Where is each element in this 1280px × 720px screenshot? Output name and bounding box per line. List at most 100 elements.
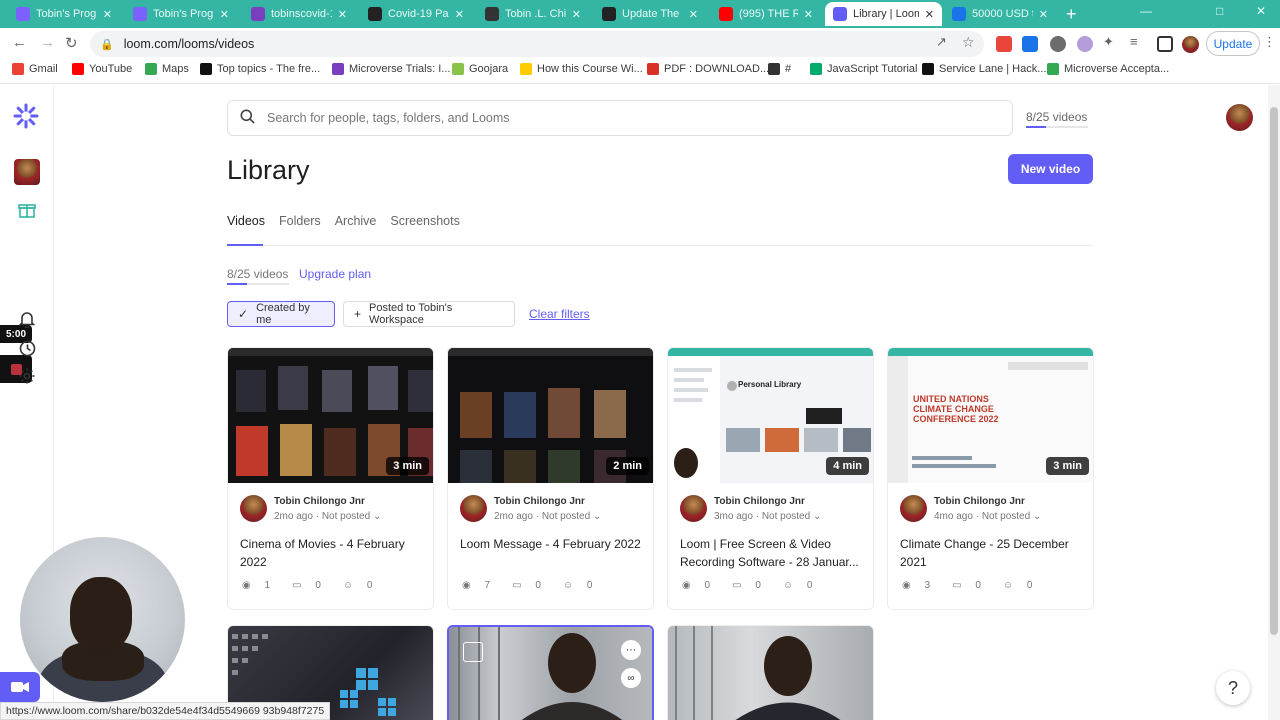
menu-icon[interactable]: ⋮	[1263, 34, 1276, 50]
close-tab-icon[interactable]: ✕	[455, 8, 464, 21]
close-tab-icon[interactable]: ✕	[572, 8, 581, 21]
video-title[interactable]: Loom Message - 4 February 2022	[460, 535, 645, 553]
chevron-down-icon[interactable]: ⌄	[370, 511, 381, 522]
gear-icon[interactable]	[17, 366, 37, 386]
browser-tab[interactable]: Tobin's Progress ✕	[125, 2, 237, 26]
comment-icon: ▭	[292, 580, 305, 591]
tab-screenshots[interactable]: Screenshots	[390, 214, 459, 228]
back-icon[interactable]: ←	[12, 34, 27, 51]
new-video-button[interactable]: New video	[1008, 154, 1093, 184]
video-card[interactable]	[667, 625, 874, 720]
upgrade-plan-link[interactable]: Upgrade plan	[299, 267, 371, 281]
filter-created-by-me[interactable]: ✓ Created by me	[227, 301, 335, 327]
extension-icon[interactable]	[1077, 36, 1093, 52]
more-options-icon[interactable]: ⋯	[621, 640, 641, 660]
close-tab-icon[interactable]: ✕	[689, 8, 698, 21]
video-thumbnail[interactable]: UNITED NATIONS CLIMATE CHANGE CONFERENCE…	[888, 348, 1093, 483]
browser-tab[interactable]: Covid-19 Pandemic ✕	[360, 2, 472, 26]
close-tab-icon[interactable]: ✕	[925, 8, 934, 21]
video-card[interactable]: 2 min Tobin Chilongo Jnr 2mo ago · Not pos…	[447, 347, 654, 610]
bell-icon[interactable]	[17, 309, 37, 329]
video-thumbnail[interactable]: Personal Library 4 min	[668, 348, 873, 483]
forward-icon[interactable]: →	[40, 34, 55, 51]
video-title[interactable]: Cinema of Movies - 4 February 2022	[240, 535, 425, 571]
close-tab-icon[interactable]: ✕	[220, 8, 229, 21]
browser-tab[interactable]: 50000 USD to ✕	[944, 2, 1056, 26]
bookmark-item[interactable]: Maps	[145, 63, 189, 75]
browser-tab[interactable]: tobinscovid-19 ✕	[243, 2, 355, 26]
side-panel-icon[interactable]	[1157, 36, 1173, 52]
bookmark-star-icon[interactable]: ☆	[962, 34, 975, 51]
help-button[interactable]: ?	[1216, 671, 1250, 705]
extension-icon[interactable]	[996, 36, 1012, 52]
tab-archive[interactable]: Archive	[335, 214, 377, 228]
share-icon[interactable]: ↗	[936, 34, 947, 50]
video-card[interactable]: UNITED NATIONS CLIMATE CHANGE CONFERENCE…	[887, 347, 1094, 610]
close-tab-icon[interactable]: ✕	[1039, 8, 1048, 21]
post-status-dropdown[interactable]: Not posted	[762, 511, 810, 522]
clock-icon[interactable]	[17, 338, 37, 358]
browser-tab[interactable]: Update The README ✕	[594, 2, 706, 26]
post-status-dropdown[interactable]: Not posted	[982, 511, 1030, 522]
browser-tab[interactable]: Tobin .L. Chilongo ✕	[477, 2, 589, 26]
bookmark-item[interactable]: Microverse Accepta...	[1047, 63, 1169, 75]
extension-icon[interactable]	[1022, 36, 1038, 52]
bookmark-item[interactable]: Top topics - The fre...	[200, 63, 320, 75]
profile-avatar[interactable]	[1182, 36, 1199, 53]
page-scrollbar[interactable]	[1268, 85, 1280, 720]
gift-icon[interactable]	[17, 200, 37, 220]
bookmark-item[interactable]: PDF : DOWNLOAD...	[647, 63, 769, 75]
tab-videos[interactable]: Videos	[227, 214, 265, 228]
post-status-dropdown[interactable]: Not posted	[322, 511, 370, 522]
browser-tab[interactable]: Library | Loom ✕	[825, 2, 942, 26]
select-checkbox[interactable]	[463, 642, 483, 662]
chevron-down-icon[interactable]: ⌄	[810, 511, 821, 522]
bookmark-item[interactable]: Goojara	[452, 63, 508, 75]
browser-tab[interactable]: Tobin's Progress ✕	[8, 2, 120, 26]
address-bar[interactable]: 🔒 loom.com/looms/videos	[90, 31, 984, 57]
workspace-avatar[interactable]	[14, 159, 40, 185]
minimize-icon[interactable]: —	[1140, 4, 1152, 18]
copy-link-icon[interactable]: ∞	[621, 668, 641, 688]
bookmark-item[interactable]: #	[768, 63, 791, 75]
search-input[interactable]: Search for people, tags, folders, and Lo…	[227, 100, 1013, 136]
video-title[interactable]: Climate Change - 25 December 2021	[900, 535, 1085, 571]
tab-folders[interactable]: Folders	[279, 214, 321, 228]
new-tab-button[interactable]: +	[1066, 4, 1077, 25]
chevron-down-icon[interactable]: ⌄	[1030, 511, 1041, 522]
webcam-bubble[interactable]	[20, 537, 185, 702]
reload-icon[interactable]: ↻	[65, 34, 78, 52]
camera-icon[interactable]	[0, 672, 40, 702]
browser-tab[interactable]: (995) THE RICH ✕	[711, 2, 821, 26]
close-tab-icon[interactable]: ✕	[804, 8, 813, 21]
bookmark-item[interactable]: Microverse Trials: I...	[332, 63, 450, 75]
clear-filters-link[interactable]: Clear filters	[529, 307, 590, 321]
close-tab-icon[interactable]: ✕	[103, 8, 112, 21]
extension-icon[interactable]	[1050, 36, 1066, 52]
filter-posted-to-workspace[interactable]: + Posted to Tobin's Workspace	[343, 301, 515, 327]
close-window-icon[interactable]: ✕	[1256, 4, 1266, 18]
bookmark-item[interactable]: Gmail	[12, 63, 58, 75]
update-button[interactable]: Update	[1206, 31, 1260, 56]
close-tab-icon[interactable]: ✕	[338, 8, 347, 21]
chevron-down-icon[interactable]: ⌄	[590, 511, 601, 522]
post-status-dropdown[interactable]: Not posted	[542, 511, 590, 522]
video-card-hovered[interactable]: ⋯ ∞	[447, 625, 654, 720]
loom-logo-icon[interactable]	[13, 103, 39, 129]
maximize-icon[interactable]: □	[1216, 4, 1223, 18]
video-card[interactable]: 3 min Tobin Chilongo Jnr 2mo ago · Not pos…	[227, 347, 434, 610]
bookmark-item[interactable]: JavaScript Tutorial	[810, 63, 917, 75]
video-quota-bar	[1026, 126, 1088, 128]
video-thumbnail[interactable]	[668, 626, 873, 720]
video-thumbnail[interactable]: 3 min	[228, 348, 433, 483]
video-thumbnail[interactable]: ⋯ ∞	[449, 627, 652, 720]
puzzle-icon[interactable]: ✦	[1103, 34, 1114, 50]
bookmark-item[interactable]: How this Course Wi...	[520, 63, 643, 75]
video-title[interactable]: Loom | Free Screen & Video Recording Sof…	[680, 535, 865, 571]
video-thumbnail[interactable]: 2 min	[448, 348, 653, 483]
reading-list-icon[interactable]: ≡	[1130, 34, 1138, 49]
bookmark-item[interactable]: Service Lane | Hack...	[922, 63, 1046, 75]
user-avatar[interactable]	[1226, 104, 1253, 131]
bookmark-item[interactable]: YouTube	[72, 63, 132, 75]
video-card[interactable]: Personal Library 4 min Tobin Chilongo Jnr 3…	[667, 347, 874, 610]
